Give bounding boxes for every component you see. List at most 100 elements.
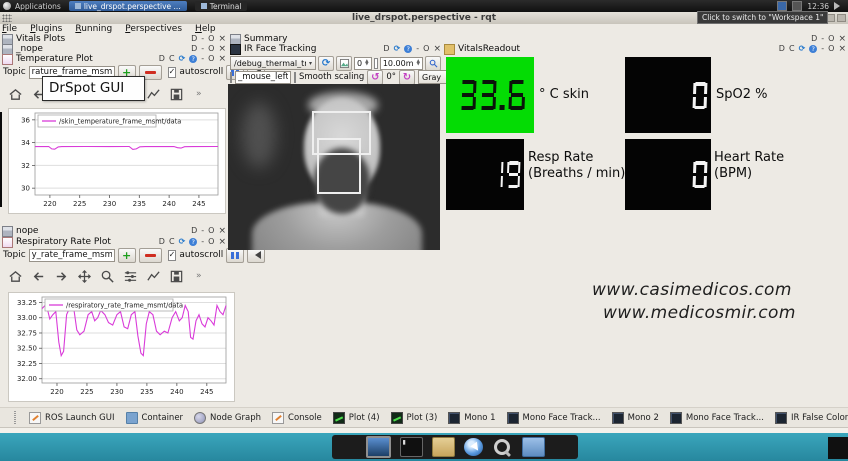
terminal-icon[interactable]	[399, 437, 423, 457]
panel-header-nope-top[interactable]: _nope D - O ×	[2, 43, 226, 55]
help-button[interactable]: ?	[189, 55, 198, 63]
restore-button[interactable]: O	[208, 35, 214, 43]
detach-button[interactable]: D	[383, 45, 389, 53]
workspace-monitor-icon[interactable]	[365, 436, 391, 458]
panel-header-nope-bottom[interactable]: nope D - O ×	[2, 225, 226, 237]
restore-button[interactable]: O	[208, 55, 214, 63]
help-button[interactable]: ?	[404, 45, 413, 53]
menu-help[interactable]: Help	[195, 24, 216, 34]
minimize-button[interactable]: -	[201, 238, 204, 246]
restore-button[interactable]: O	[208, 45, 214, 53]
topic-input[interactable]	[28, 248, 115, 262]
desktop-corner-icon[interactable]	[828, 437, 848, 459]
applications-menu[interactable]: Applications	[15, 2, 61, 11]
grip-handle-icon[interactable]	[2, 14, 12, 22]
restore-button[interactable]: O	[208, 238, 214, 246]
line-style-icon[interactable]	[146, 269, 161, 284]
refresh-button[interactable]: ⟳	[179, 55, 186, 63]
plugin-button[interactable]: Container	[125, 411, 183, 424]
configure-icon[interactable]	[123, 269, 138, 284]
plugin-button[interactable]: Mono Face Track...	[506, 411, 601, 424]
minimize-button[interactable]: -	[416, 45, 419, 53]
plugin-button[interactable]: Console	[272, 411, 322, 424]
file-manager-icon[interactable]	[521, 437, 545, 457]
refresh-topics-button[interactable]: ⟳	[318, 55, 335, 71]
plugin-button[interactable]: Node Graph	[194, 411, 261, 424]
plugin-button[interactable]: Mono 1	[448, 411, 496, 424]
panel-header-ir-face-tracking[interactable]: IR Face Tracking D ⟳? - O ×	[230, 43, 441, 55]
line-style-icon[interactable]	[146, 87, 161, 102]
save-image-button[interactable]	[336, 55, 353, 71]
thermal-image[interactable]	[228, 84, 440, 250]
remove-topic-button[interactable]	[138, 247, 162, 263]
workspace-1-switcher[interactable]	[777, 1, 788, 11]
minimize-button[interactable]: -	[821, 45, 824, 53]
home-icon[interactable]	[8, 269, 23, 284]
home-folder-icon[interactable]	[431, 437, 455, 457]
toolbar-overflow[interactable]: »	[196, 271, 202, 281]
toolbar-grip[interactable]	[14, 411, 16, 424]
restore-button[interactable]: O	[828, 45, 834, 53]
panel-header-vitals-plots[interactable]: Vitals Plots D - O ×	[2, 33, 226, 45]
restore-button[interactable]: O	[423, 45, 429, 53]
detach-button[interactable]: D	[811, 35, 817, 43]
help-button[interactable]: ?	[809, 45, 818, 53]
plugin-button[interactable]: Plot (4)	[332, 411, 380, 424]
menu-perspectives[interactable]: Perspectives	[125, 24, 182, 34]
close-button[interactable]	[837, 14, 846, 22]
plugin-button[interactable]: Mono Face Track...	[669, 411, 764, 424]
pan-icon[interactable]	[77, 269, 92, 284]
workspace-2-switcher[interactable]	[792, 1, 803, 11]
volume-icon[interactable]	[834, 2, 844, 10]
close-button[interactable]: ×	[218, 45, 226, 54]
taskbar-window-rqt[interactable]: live_drspot.perspective ...	[68, 1, 187, 11]
plugin-button[interactable]: Plot (3)	[390, 411, 437, 424]
add-topic-button[interactable]: +	[117, 247, 136, 263]
image-topic-dropdown[interactable]: /debug_thermal_trac▾	[230, 56, 317, 70]
toolbar-overflow[interactable]: »	[196, 89, 202, 99]
close-button[interactable]: ×	[218, 55, 226, 64]
close-button[interactable]: ×	[218, 227, 226, 236]
rotate-right-button[interactable]: ↻	[399, 69, 415, 85]
menu-file[interactable]: File	[2, 24, 17, 34]
close-button[interactable]: ×	[838, 45, 846, 54]
help-button[interactable]: ?	[189, 238, 198, 246]
close-button[interactable]: ×	[433, 45, 441, 54]
close-button[interactable]: ×	[838, 35, 846, 44]
detach-button[interactable]: D	[159, 55, 165, 63]
back-icon[interactable]	[31, 269, 46, 284]
autoscroll-checkbox[interactable]: ✓	[167, 249, 177, 261]
restore-button[interactable]: O	[208, 227, 214, 235]
rotate-left-button[interactable]: ↺	[367, 69, 384, 85]
panel-header-summary[interactable]: Summary D - O ×	[230, 33, 846, 45]
zoom-icon[interactable]	[100, 269, 115, 284]
menu-plugins[interactable]: Plugins	[30, 24, 62, 34]
config-button[interactable]: C	[789, 45, 795, 53]
save-icon[interactable]	[169, 269, 184, 284]
minimize-button[interactable]: -	[201, 55, 204, 63]
max-range-spinbox[interactable]: 10.00m ▲ ▼	[379, 56, 423, 70]
minimize-button[interactable]: -	[201, 45, 204, 53]
forward-icon[interactable]	[54, 269, 69, 284]
refresh-button[interactable]: ⟳	[179, 238, 186, 246]
refresh-button[interactable]: ⟳	[394, 45, 401, 53]
dynamic-range-checkbox[interactable]	[373, 57, 378, 69]
close-button[interactable]: ×	[218, 238, 226, 247]
plugin-button[interactable]: ROS Launch GUI	[29, 411, 115, 424]
plugin-button[interactable]: IR False Color	[774, 411, 848, 424]
minimize-button[interactable]: -	[201, 227, 204, 235]
detach-button[interactable]: D	[191, 35, 197, 43]
menu-running[interactable]: Running	[75, 24, 112, 34]
panel-header-respiratory-plot[interactable]: Respiratory Rate Plot D C ⟳? - O ×	[2, 236, 226, 248]
detach-button[interactable]: D	[191, 45, 197, 53]
config-button[interactable]: C	[169, 55, 175, 63]
home-icon[interactable]	[8, 87, 23, 102]
magnify-image-button[interactable]	[425, 55, 441, 71]
detach-button[interactable]: D	[779, 45, 785, 53]
config-button[interactable]: C	[169, 238, 175, 246]
detach-button[interactable]: D	[159, 238, 165, 246]
panel-header-temperature-plot[interactable]: Temperature Plot D C ⟳? - O ×	[2, 53, 226, 65]
panel-header-vitals-readout[interactable]: VitalsReadout D C ⟳? - O ×	[444, 43, 846, 55]
close-button[interactable]: ×	[218, 35, 226, 44]
taskbar-window-terminal[interactable]: Terminal	[194, 1, 248, 11]
